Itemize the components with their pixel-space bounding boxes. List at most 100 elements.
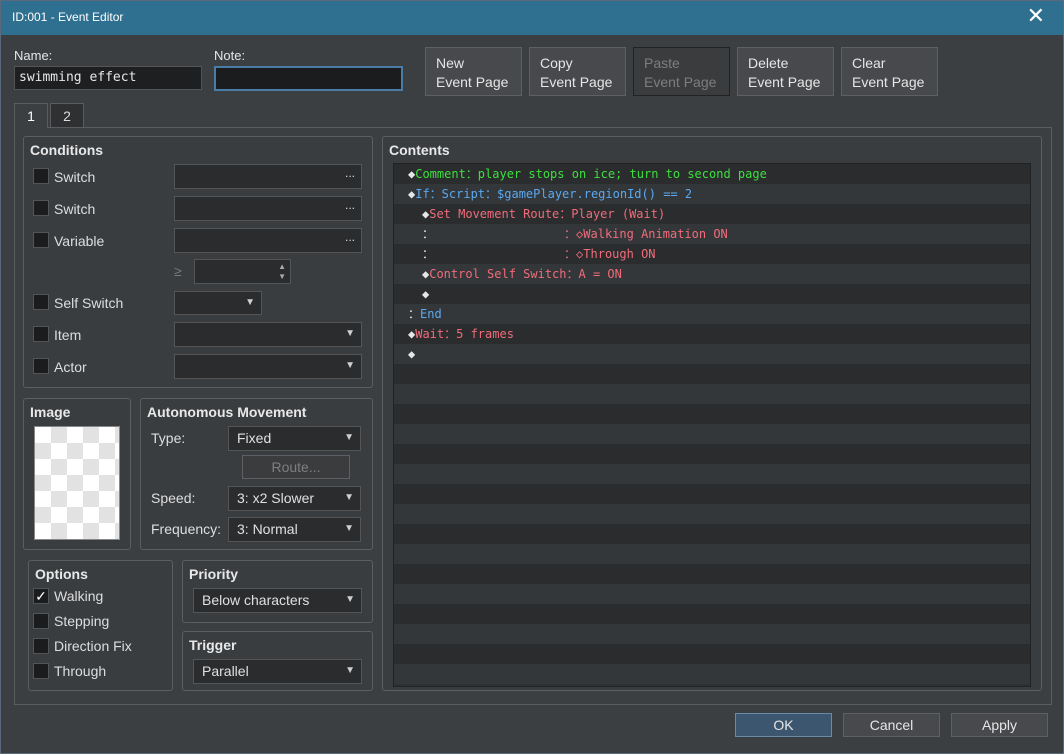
route-button[interactable]: Route...: [242, 455, 350, 479]
spin-down-icon[interactable]: ▼: [278, 272, 286, 281]
trigger-dropdown[interactable]: Parallel ▼: [193, 659, 362, 684]
apply-button[interactable]: Apply: [951, 713, 1048, 737]
stepping-checkbox[interactable]: [33, 613, 49, 629]
paste-event-page-button[interactable]: Paste Event Page: [633, 47, 730, 96]
priority-dropdown[interactable]: Below characters ▼: [193, 588, 362, 613]
ok-button[interactable]: OK: [735, 713, 832, 737]
row-text: ：◇Through ON: [434, 247, 656, 261]
new-button-line2: Event Page: [436, 74, 509, 90]
name-field[interactable]: swimming effect: [14, 66, 202, 90]
clear-button-line1: Clear: [852, 55, 886, 71]
conditions-title: Conditions: [30, 142, 104, 158]
event-editor-window: ID:001 - Event Editor ✕ Name: swimming e…: [0, 0, 1064, 754]
list-row-background: [394, 444, 1030, 464]
list-item[interactable]: ◆Wait：5 frames: [394, 324, 1030, 344]
list-row-background: [394, 604, 1030, 624]
chevron-down-icon: ▼: [345, 594, 355, 605]
row-prefix: ：: [422, 247, 435, 261]
character-image-preview[interactable]: [34, 426, 120, 540]
direction-fix-label: Direction Fix: [54, 638, 132, 654]
list-item[interactable]: ◆Set Movement Route：Player (Wait): [394, 204, 1030, 224]
options-group: Options ✓ Walking Stepping Direction Fix…: [28, 560, 173, 691]
spin-up-icon[interactable]: ▲: [278, 262, 286, 271]
conditions-group: Conditions Switch ... Switch ... Variabl…: [23, 136, 373, 388]
frequency-value: 3: Normal: [237, 521, 298, 537]
list-item[interactable]: ： ：◇Walking Animation ON: [394, 224, 1030, 244]
contents-group: Contents ◆ Comment：player stops on ice; t…: [382, 136, 1042, 691]
copy-button-line1: Copy: [540, 55, 573, 71]
row-text: Wait：5 frames: [415, 327, 514, 341]
list-item[interactable]: ：End: [394, 304, 1030, 324]
delete-event-page-button[interactable]: Delete Event Page: [737, 47, 834, 96]
list-item[interactable]: ◆Control Self Switch：A = ON: [394, 264, 1030, 284]
list-item[interactable]: ◆If：Script：$gamePlayer.regionId() == 2: [394, 184, 1030, 204]
tab-page-2[interactable]: 2: [50, 103, 84, 129]
frequency-label: Frequency:: [151, 521, 222, 537]
list-row-background: [394, 624, 1030, 644]
row-text: Control Self Switch：A = ON: [429, 267, 622, 281]
row-text: Comment：player stops on ice; turn to sec…: [415, 167, 767, 181]
list-row-background: [394, 364, 1030, 384]
item-checkbox[interactable]: [33, 326, 49, 342]
note-field[interactable]: [214, 66, 403, 91]
copy-event-page-button[interactable]: Copy Event Page: [529, 47, 626, 96]
copy-button-line2: Event Page: [540, 74, 613, 90]
switch1-selector[interactable]: ...: [174, 164, 362, 189]
list-item[interactable]: ： ：◇Through ON: [394, 244, 1030, 264]
chevron-down-icon: ▼: [345, 665, 355, 676]
paste-button-line2: Event Page: [644, 74, 717, 90]
options-title: Options: [35, 566, 88, 582]
switch1-checkbox[interactable]: [33, 168, 49, 184]
list-item[interactable]: ◆: [394, 344, 1030, 364]
contents-title: Contents: [389, 142, 450, 158]
clear-event-page-button[interactable]: Clear Event Page: [841, 47, 938, 96]
list-row-background: [394, 584, 1030, 604]
self-switch-label: Self Switch: [54, 295, 124, 311]
switch1-dots: ...: [344, 166, 355, 180]
delete-button-line2: Event Page: [748, 74, 821, 90]
speed-dropdown[interactable]: 3: x2 Slower ▼: [228, 486, 361, 511]
list-row-background: [394, 664, 1030, 684]
variable-selector[interactable]: ...: [174, 228, 362, 253]
gte-symbol: ≥: [174, 263, 182, 279]
through-label: Through: [54, 663, 107, 679]
switch2-dots: ...: [344, 198, 355, 212]
speed-value: 3: x2 Slower: [237, 490, 315, 506]
row-text: End: [420, 307, 442, 321]
switch2-selector[interactable]: ...: [174, 196, 362, 221]
stepping-label: Stepping: [54, 613, 110, 629]
image-title: Image: [30, 404, 71, 420]
event-command-list[interactable]: ◆ Comment：player stops on ice; turn to se…: [393, 163, 1031, 687]
event-page-area: Conditions Switch ... Switch ... Variabl…: [14, 127, 1052, 705]
through-checkbox[interactable]: [33, 663, 49, 679]
variable-checkbox[interactable]: [33, 232, 49, 248]
row-prefix: ◆: [422, 287, 430, 301]
row-text: If：Script：$gamePlayer.regionId() == 2: [415, 187, 693, 201]
new-event-page-button[interactable]: New Event Page: [425, 47, 522, 96]
tab-page-1[interactable]: 1: [14, 103, 48, 128]
actor-checkbox[interactable]: [33, 358, 49, 374]
type-dropdown[interactable]: Fixed ▼: [228, 426, 361, 451]
walking-checkbox[interactable]: ✓: [33, 588, 49, 604]
switch2-checkbox[interactable]: [33, 200, 49, 216]
item-dropdown[interactable]: ▼: [174, 322, 362, 347]
chevron-down-icon: ▼: [344, 432, 354, 443]
self-switch-checkbox[interactable]: [33, 294, 49, 310]
list-item[interactable]: ◆Comment：player stops on ice; turn to se…: [394, 164, 1030, 184]
switch2-label: Switch: [54, 201, 96, 217]
type-value: Fixed: [237, 430, 272, 446]
row-prefix: ◆: [408, 347, 416, 361]
self-switch-dropdown[interactable]: ▼: [174, 291, 262, 315]
actor-dropdown[interactable]: ▼: [174, 354, 362, 379]
list-row-background: [394, 544, 1030, 564]
frequency-dropdown[interactable]: 3: Normal ▼: [228, 517, 361, 542]
autonomous-movement-group: Autonomous Movement Type: Fixed ▼ Route.…: [140, 398, 373, 550]
direction-fix-checkbox[interactable]: [33, 638, 49, 654]
row-prefix: ：: [422, 227, 435, 241]
cancel-button[interactable]: Cancel: [843, 713, 940, 737]
variable-value-stepper[interactable]: ▲ ▼: [194, 259, 291, 284]
trigger-title: Trigger: [189, 637, 237, 653]
close-icon[interactable]: ✕: [1027, 5, 1045, 27]
list-row-background: [394, 404, 1030, 424]
list-item[interactable]: ◆: [394, 284, 1030, 304]
